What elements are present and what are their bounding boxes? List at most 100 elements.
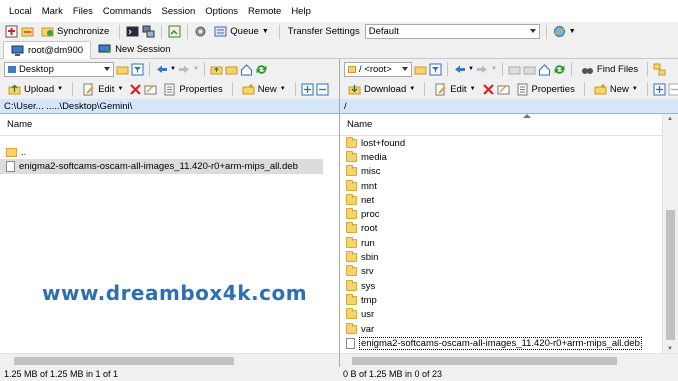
chevron-down-icon[interactable]: ▼ — [491, 66, 497, 72]
chevron-down-icon: ▼ — [409, 86, 416, 92]
tab-root-dm900[interactable]: root@dm900 — [3, 40, 92, 59]
parent-dir-icon[interactable] — [508, 63, 521, 76]
list-item[interactable]: .. — [0, 145, 339, 159]
local-file-list[interactable]: Name .. enigma2-softcams-oscam-all-image… — [0, 114, 339, 367]
transfer-preset-icon[interactable] — [553, 25, 566, 38]
separator — [119, 24, 121, 39]
local-location-select[interactable]: Desktop — [4, 61, 114, 77]
chevron-down-icon[interactable]: ▼ — [170, 66, 176, 72]
local-action-bar: Upload ▼ Edit ▼ Properties New ▼ — [0, 79, 339, 99]
menu-session[interactable]: Session — [156, 6, 200, 17]
back-icon[interactable] — [155, 63, 168, 76]
menu-remote[interactable]: Remote — [243, 6, 286, 17]
filter-icon[interactable] — [131, 63, 144, 76]
edit-button[interactable]: Edit ▼ — [430, 81, 479, 98]
edit-button[interactable]: Edit ▼ — [78, 81, 127, 98]
properties-button[interactable]: Properties — [512, 81, 579, 98]
synchronize-button[interactable]: Synchronize — [37, 23, 113, 40]
forward-icon[interactable] — [178, 63, 191, 76]
compare-dirs-icon[interactable] — [21, 25, 34, 38]
queue-button[interactable]: Queue ▼ — [210, 23, 272, 40]
list-item[interactable]: media — [340, 150, 678, 164]
scrollbar-thumb[interactable] — [352, 357, 617, 365]
tab-new-session[interactable]: New Session — [91, 41, 177, 59]
rename-icon[interactable] — [144, 83, 157, 96]
add-bookmark-icon[interactable] — [5, 25, 18, 38]
home-icon[interactable] — [538, 63, 551, 76]
properties-button[interactable]: Properties — [159, 81, 226, 98]
menu-files[interactable]: Files — [68, 6, 98, 17]
list-item[interactable]: tmp — [340, 293, 678, 307]
list-item[interactable]: sys — [340, 279, 678, 293]
filter-icon[interactable] — [429, 63, 442, 76]
menu-help[interactable]: Help — [286, 6, 316, 17]
new-button[interactable]: New ▼ — [590, 81, 642, 98]
tree-icon[interactable] — [653, 63, 666, 76]
menu-commands[interactable]: Commands — [98, 6, 157, 17]
transfer-settings-select[interactable]: Default — [364, 24, 540, 39]
forward-icon[interactable] — [476, 63, 489, 76]
transfer-icon[interactable] — [168, 25, 181, 38]
remote-location-select[interactable]: / <root> — [344, 61, 412, 77]
list-item[interactable]: enigma2-softcams-oscam-all-images_11.420… — [340, 336, 678, 350]
list-item[interactable]: root — [340, 222, 678, 236]
local-status-text: 1.25 MB of 1.25 MB in 1 of 1 — [4, 369, 119, 379]
select-plus-icon[interactable] — [653, 83, 666, 96]
list-item[interactable]: misc — [340, 165, 678, 179]
queue-icon — [214, 25, 227, 38]
list-item[interactable]: net — [340, 193, 678, 207]
delete-icon[interactable] — [482, 83, 495, 96]
find-files-button[interactable]: Find Files — [577, 61, 642, 78]
menu-options[interactable]: Options — [200, 6, 243, 17]
select-plus-icon[interactable] — [301, 83, 314, 96]
rename-icon[interactable] — [497, 83, 510, 96]
parent-dir-icon[interactable] — [210, 63, 223, 76]
back-icon[interactable] — [453, 63, 466, 76]
horizontal-scrollbar[interactable] — [340, 353, 678, 367]
separator — [72, 82, 74, 96]
separator — [294, 82, 296, 96]
column-header-name[interactable]: Name — [340, 114, 678, 136]
scroll-up-icon[interactable]: ▲ — [667, 116, 673, 122]
delete-icon[interactable] — [129, 83, 142, 96]
putty-icon[interactable] — [142, 25, 155, 38]
menu-mark[interactable]: Mark — [37, 6, 68, 17]
remote-path-bar[interactable]: / — [340, 99, 678, 114]
list-item[interactable]: run — [340, 236, 678, 250]
list-item[interactable]: lost+found — [340, 136, 678, 150]
root-dir-icon[interactable] — [225, 63, 238, 76]
list-item[interactable]: enigma2-softcams-oscam-all-images_11.420… — [0, 159, 323, 174]
refresh-icon[interactable] — [255, 63, 268, 76]
list-item[interactable]: sbin — [340, 250, 678, 264]
chevron-down-icon[interactable]: ▼ — [468, 66, 474, 72]
open-folder-icon[interactable] — [116, 63, 129, 76]
new-label: New — [257, 83, 277, 95]
chevron-down-icon[interactable]: ▼ — [569, 28, 576, 35]
chevron-down-icon[interactable]: ▼ — [193, 66, 199, 72]
local-path-bar[interactable]: C:\User... .....\Desktop\Gemini\ — [0, 99, 339, 114]
scrollbar-thumb[interactable] — [14, 357, 234, 365]
list-item[interactable]: srv — [340, 265, 678, 279]
column-header-name[interactable]: Name — [0, 114, 339, 136]
list-item[interactable]: usr — [340, 308, 678, 322]
root-dir-icon[interactable] — [523, 63, 536, 76]
vertical-scrollbar[interactable]: ▲ ▼ — [662, 114, 678, 353]
select-minus-icon[interactable] — [316, 83, 329, 96]
list-item[interactable]: mnt — [340, 179, 678, 193]
download-button[interactable]: Download ▼ — [344, 81, 419, 98]
select-minus-icon[interactable] — [668, 83, 678, 96]
menu-local[interactable]: Local — [4, 6, 37, 17]
list-item[interactable]: var — [340, 322, 678, 336]
list-item[interactable]: proc — [340, 207, 678, 221]
upload-button[interactable]: Upload ▼ — [4, 81, 67, 98]
scroll-down-icon[interactable]: ▼ — [667, 346, 673, 352]
new-button[interactable]: New ▼ — [238, 81, 290, 98]
open-folder-icon[interactable] — [414, 63, 427, 76]
scrollbar-thumb[interactable] — [666, 210, 675, 340]
gear-icon[interactable] — [194, 25, 207, 38]
horizontal-scrollbar[interactable] — [0, 353, 339, 367]
terminal-icon[interactable] — [126, 25, 139, 38]
home-icon[interactable] — [240, 63, 253, 76]
remote-file-list[interactable]: Name lost+found media misc mnt net proc … — [340, 114, 678, 367]
refresh-icon[interactable] — [553, 63, 566, 76]
